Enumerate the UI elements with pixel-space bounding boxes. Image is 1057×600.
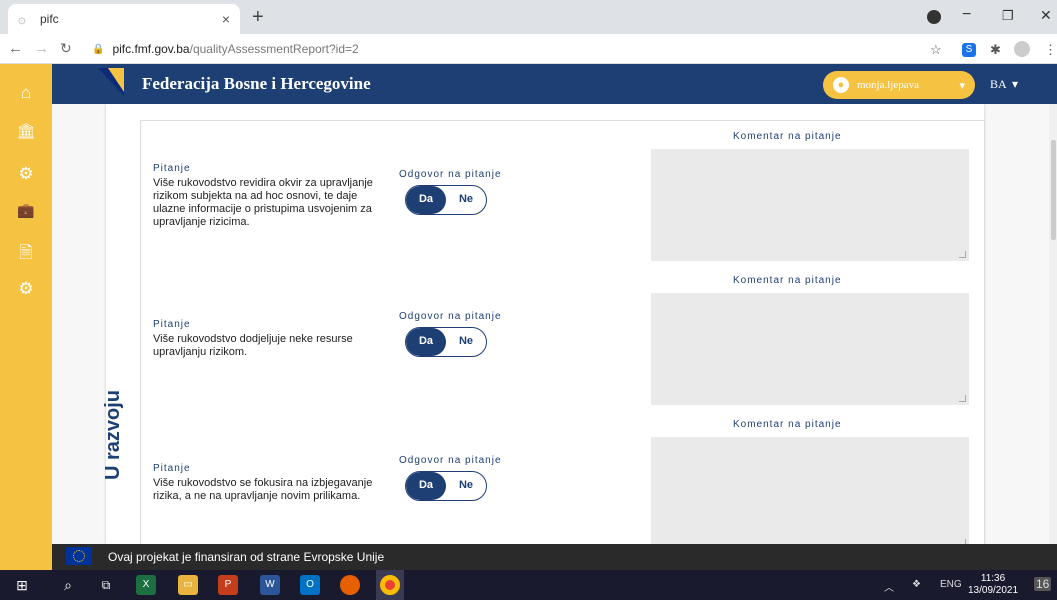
home-icon[interactable]: ⌂ bbox=[0, 83, 52, 103]
chrome-taskbar-slot[interactable] bbox=[376, 570, 404, 600]
search-icon[interactable]: ⌕ bbox=[58, 575, 78, 595]
comment-textarea[interactable] bbox=[651, 293, 969, 405]
eu-footer: Ovaj projekat je finansiran od strane Ev… bbox=[52, 544, 1057, 570]
powerpoint-icon[interactable]: P bbox=[218, 575, 238, 595]
answer-toggle: Da Ne bbox=[405, 185, 487, 215]
bookmark-star-icon[interactable]: ☆ bbox=[930, 42, 942, 58]
clock-time: 11:36 bbox=[980, 573, 1006, 584]
comment-label: Komentar na pitanje bbox=[733, 275, 842, 286]
user-menu-button[interactable]: ● monja.ljepava ▾ bbox=[823, 71, 975, 99]
back-icon[interactable]: ← bbox=[8, 40, 23, 57]
sidebar: ⌂ 🏛 ⚙ 💼 🗎 ⚙ bbox=[0, 64, 52, 570]
comment-textarea[interactable] bbox=[651, 149, 969, 261]
forward-icon[interactable]: → bbox=[34, 40, 49, 57]
language-label: BA bbox=[990, 77, 1007, 91]
eu-funding-text: Ovaj projekat je finansiran od strane Ev… bbox=[108, 550, 385, 564]
firefox-icon[interactable] bbox=[340, 575, 360, 595]
gear-icon[interactable]: ⚙ bbox=[0, 279, 52, 299]
menu-dots-icon[interactable]: ⋮ bbox=[1044, 42, 1057, 58]
clock-date: 13/09/2021 bbox=[968, 585, 1019, 596]
answer-yes-option[interactable]: Da bbox=[406, 472, 446, 500]
answer-label: Odgovor na pitanje bbox=[399, 311, 502, 322]
close-window-button[interactable]: ✕ bbox=[1040, 7, 1052, 24]
language-selector[interactable]: BA ▾ bbox=[990, 77, 1018, 92]
skype-extension-icon[interactable]: S bbox=[962, 43, 976, 57]
question-label: Pitanje bbox=[153, 163, 191, 174]
url-path: /qualityAssessmentReport?id=2 bbox=[189, 42, 359, 56]
app-header: Federacija Bosne i Hercegovine ● monja.l… bbox=[52, 64, 1057, 104]
notifications-icon[interactable]: 16 bbox=[1034, 577, 1052, 591]
browser-tab-bar: ۞ pifc × + − ❐ ✕ bbox=[0, 0, 1057, 34]
excel-icon[interactable]: X bbox=[136, 575, 156, 595]
user-name: monja.ljepava bbox=[857, 79, 920, 91]
answer-toggle: Da Ne bbox=[405, 327, 487, 357]
document-icon[interactable]: 🗎 bbox=[0, 240, 52, 269]
question-text: Više rukovodstvo dodjeljuje neke resurse… bbox=[153, 333, 353, 358]
chevron-down-icon: ▾ bbox=[959, 79, 965, 92]
dropbox-icon[interactable]: ❖ bbox=[912, 579, 921, 590]
reload-icon[interactable]: ↻ bbox=[60, 40, 72, 57]
scrollbar-thumb[interactable] bbox=[1051, 140, 1056, 240]
extension-icon[interactable] bbox=[927, 10, 941, 24]
question-label: Pitanje bbox=[153, 319, 191, 330]
url-domain: pifc.fmf.gov.ba bbox=[112, 42, 190, 56]
answer-toggle: Da Ne bbox=[405, 471, 487, 501]
settings-shield-icon[interactable]: ⚙ bbox=[0, 164, 52, 184]
questions-card: Komentar na pitanje Pitanje Više rukovod… bbox=[140, 120, 985, 544]
url-field[interactable]: 🔒 pifc.fmf.gov.ba/qualityAssessmentRepor… bbox=[92, 39, 912, 59]
favicon-icon: ۞ bbox=[18, 11, 26, 26]
file-explorer-icon[interactable]: ▭ bbox=[178, 575, 198, 595]
browser-tab[interactable]: ۞ pifc × bbox=[8, 4, 240, 34]
puzzle-extension-icon[interactable]: ✱ bbox=[990, 42, 1001, 58]
notification-count: 16 bbox=[1036, 577, 1050, 591]
windows-start-icon[interactable]: ⊞ bbox=[12, 575, 32, 595]
profile-icon[interactable] bbox=[1014, 41, 1030, 57]
answer-label: Odgovor na pitanje bbox=[399, 169, 502, 180]
user-avatar-icon: ● bbox=[833, 77, 849, 93]
app-title: Federacija Bosne i Hercegovine bbox=[142, 74, 371, 93]
eu-flag-icon bbox=[66, 547, 92, 565]
address-bar-row: ← → ↻ 🔒 pifc.fmf.gov.ba/qualityAssessmen… bbox=[0, 34, 1057, 64]
comment-label: Komentar na pitanje bbox=[733, 419, 842, 430]
answer-no-option[interactable]: Ne bbox=[446, 186, 486, 214]
question-text: Više rukovodstvo revidira okvir za uprav… bbox=[153, 177, 373, 228]
maximize-button[interactable]: ❐ bbox=[1002, 8, 1014, 24]
outlook-icon[interactable]: O bbox=[300, 575, 320, 595]
os-taskbar: ⊞ ⌕ ⧉ X ▭ P W O ︿ ❖ ENG 11:36 13/09/2021… bbox=[0, 570, 1057, 600]
question-label: Pitanje bbox=[153, 463, 191, 474]
tab-title: pifc bbox=[40, 12, 59, 26]
tab-close-icon[interactable]: × bbox=[222, 11, 230, 27]
briefcase-icon[interactable]: 💼 bbox=[0, 202, 52, 219]
word-icon[interactable]: W bbox=[260, 575, 280, 595]
bank-icon[interactable]: 🏛 bbox=[0, 122, 52, 140]
answer-yes-option[interactable]: Da bbox=[406, 186, 446, 214]
system-clock[interactable]: 11:36 13/09/2021 bbox=[968, 573, 1018, 597]
state-label: U razvoju bbox=[102, 389, 124, 480]
comment-label: Komentar na pitanje bbox=[733, 131, 842, 142]
answer-yes-option[interactable]: Da bbox=[406, 328, 446, 356]
input-language[interactable]: ENG bbox=[940, 579, 962, 590]
tray-expand-icon[interactable]: ︿ bbox=[884, 579, 894, 594]
answer-label: Odgovor na pitanje bbox=[399, 455, 502, 466]
new-tab-button[interactable]: + bbox=[252, 6, 264, 29]
answer-no-option[interactable]: Ne bbox=[446, 472, 486, 500]
answer-no-option[interactable]: Ne bbox=[446, 328, 486, 356]
question-text: Više rukovodstvo se fokusira na izbjegav… bbox=[153, 477, 373, 502]
task-view-icon[interactable]: ⧉ bbox=[96, 575, 116, 595]
main-content: U razvoju Komentar na pitanje Pitanje Vi… bbox=[52, 104, 1057, 544]
comment-textarea[interactable] bbox=[651, 437, 969, 544]
lock-icon: 🔒 bbox=[92, 43, 105, 55]
minimize-button[interactable]: − bbox=[962, 6, 971, 24]
